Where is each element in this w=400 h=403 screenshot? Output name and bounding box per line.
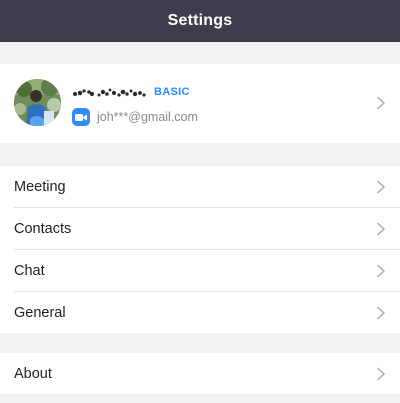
redacted-name — [73, 88, 146, 97]
menu-item-label: Meeting — [14, 178, 66, 195]
chevron-right-icon — [377, 306, 385, 320]
menu-item-chat[interactable]: Chat — [0, 250, 400, 291]
chevron-right-icon — [377, 180, 385, 194]
about-menu-group: About — [0, 353, 400, 394]
menu-item-label: General — [14, 304, 66, 321]
settings-menu-group: Meeting Contacts Chat General — [0, 166, 400, 333]
profile-card[interactable]: BASIC joh***@gmail.com — [0, 64, 400, 143]
menu-item-general[interactable]: General — [0, 292, 400, 333]
menu-item-meeting[interactable]: Meeting — [0, 166, 400, 207]
avatar — [14, 79, 61, 126]
chevron-right-icon — [377, 222, 385, 236]
menu-item-label: Contacts — [14, 220, 72, 237]
menu-item-label: Chat — [14, 262, 45, 279]
profile-email-row: joh***@gmail.com — [72, 108, 198, 126]
plan-badge: BASIC — [154, 86, 190, 98]
settings-screen: Settings BASIC joh***@gmail.com Meeting … — [0, 0, 400, 403]
menu-item-contacts[interactable]: Contacts — [0, 208, 400, 249]
menu-item-about[interactable]: About — [0, 353, 400, 394]
chevron-right-icon — [377, 96, 385, 110]
chevron-right-icon — [377, 264, 385, 278]
chevron-right-icon — [377, 367, 385, 381]
page-title: Settings — [167, 12, 233, 29]
zoom-video-icon — [72, 108, 90, 126]
profile-name-row: BASIC — [72, 84, 190, 100]
menu-item-label: About — [14, 365, 52, 382]
profile-email: joh***@gmail.com — [97, 110, 198, 124]
header-bar: Settings — [0, 0, 400, 42]
